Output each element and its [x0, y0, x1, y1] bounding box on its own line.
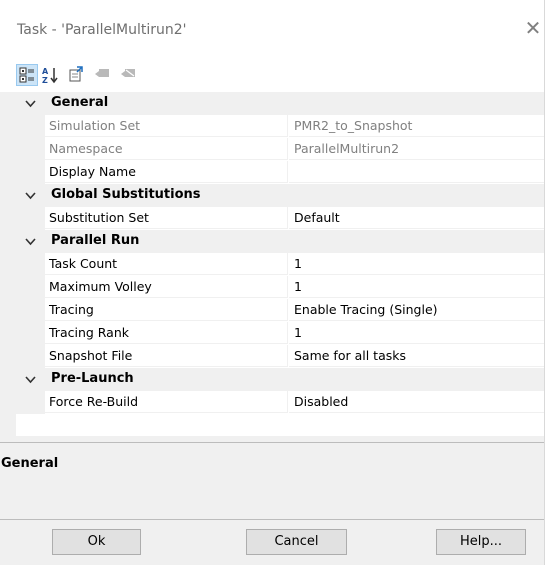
chevron-down-icon[interactable] [25, 236, 36, 247]
chevron-down-icon[interactable] [25, 98, 36, 109]
window-title: Task - 'ParallelMultirun2' [17, 22, 187, 38]
property-name: Tracing [45, 299, 288, 321]
property-pages-icon[interactable] [66, 64, 88, 86]
task-dialog: Task - 'ParallelMultirun2' ✕ A Z General… [0, 0, 545, 565]
category-label: Pre-Launch [51, 371, 134, 386]
uncomment-icon[interactable] [118, 64, 140, 86]
property-value[interactable]: Disabled [289, 391, 544, 413]
property-row-snapshot-file[interactable]: Snapshot File Same for all tasks [16, 345, 544, 368]
property-name: Simulation Set [45, 115, 288, 137]
property-value[interactable]: Same for all tasks [289, 345, 544, 367]
property-row-namespace[interactable]: Namespace ParallelMultirun2 [16, 138, 544, 161]
description-panel: General [0, 442, 544, 520]
property-row-maximum-volley[interactable]: Maximum Volley 1 [16, 276, 544, 299]
categorized-icon[interactable] [16, 64, 38, 86]
property-name: Maximum Volley [45, 276, 288, 298]
property-value[interactable]: 1 [289, 322, 544, 344]
property-row-simulation-set[interactable]: Simulation Set PMR2_to_Snapshot [16, 115, 544, 138]
property-value[interactable]: Enable Tracing (Single) [289, 299, 544, 321]
property-row-force-rebuild[interactable]: Force Re-Build Disabled [16, 391, 544, 414]
category-general[interactable]: General [16, 92, 544, 115]
property-row-tracing-rank[interactable]: Tracing Rank 1 [16, 322, 544, 345]
property-name: Namespace [45, 138, 288, 160]
property-grid: General Simulation Set PMR2_to_Snapshot … [16, 92, 544, 436]
property-value[interactable]: PMR2_to_Snapshot [289, 115, 544, 137]
help-button[interactable]: Help... [436, 529, 526, 555]
property-row-display-name[interactable]: Display Name [16, 161, 544, 184]
close-icon[interactable]: ✕ [522, 17, 544, 39]
chevron-down-icon[interactable] [25, 190, 36, 201]
title-bar: Task - 'ParallelMultirun2' ✕ [0, 0, 544, 60]
property-row-task-count[interactable]: Task Count 1 [16, 253, 544, 276]
svg-text:Z: Z [42, 76, 48, 84]
property-value[interactable] [289, 161, 544, 183]
property-name: Tracing Rank [45, 322, 288, 344]
property-row-substitution-set[interactable]: Substitution Set Default [16, 207, 544, 230]
property-name: Snapshot File [45, 345, 288, 367]
ok-button[interactable]: Ok [52, 529, 141, 555]
property-row-tracing[interactable]: Tracing Enable Tracing (Single) [16, 299, 544, 322]
category-pre-launch[interactable]: Pre-Launch [16, 368, 544, 391]
category-parallel-run[interactable]: Parallel Run [16, 230, 544, 253]
category-label: Parallel Run [51, 233, 140, 248]
sort-alpha-icon[interactable]: A Z [40, 64, 62, 86]
comment-icon[interactable] [92, 64, 114, 86]
svg-text:A: A [42, 67, 49, 76]
chevron-down-icon[interactable] [25, 374, 36, 385]
cancel-button[interactable]: Cancel [246, 529, 347, 555]
description-title: General [1, 456, 59, 471]
category-global-substitutions[interactable]: Global Substitutions [16, 184, 544, 207]
property-name: Task Count [45, 253, 288, 275]
property-value[interactable]: Default [289, 207, 544, 229]
property-value[interactable]: 1 [289, 276, 544, 298]
property-value[interactable]: ParallelMultirun2 [289, 138, 544, 160]
toolbar: A Z [0, 60, 544, 92]
category-label: Global Substitutions [51, 187, 201, 202]
property-value[interactable]: 1 [289, 253, 544, 275]
property-name: Force Re-Build [45, 391, 288, 413]
property-name: Substitution Set [45, 207, 288, 229]
property-name: Display Name [45, 161, 288, 183]
category-label: General [51, 95, 109, 110]
